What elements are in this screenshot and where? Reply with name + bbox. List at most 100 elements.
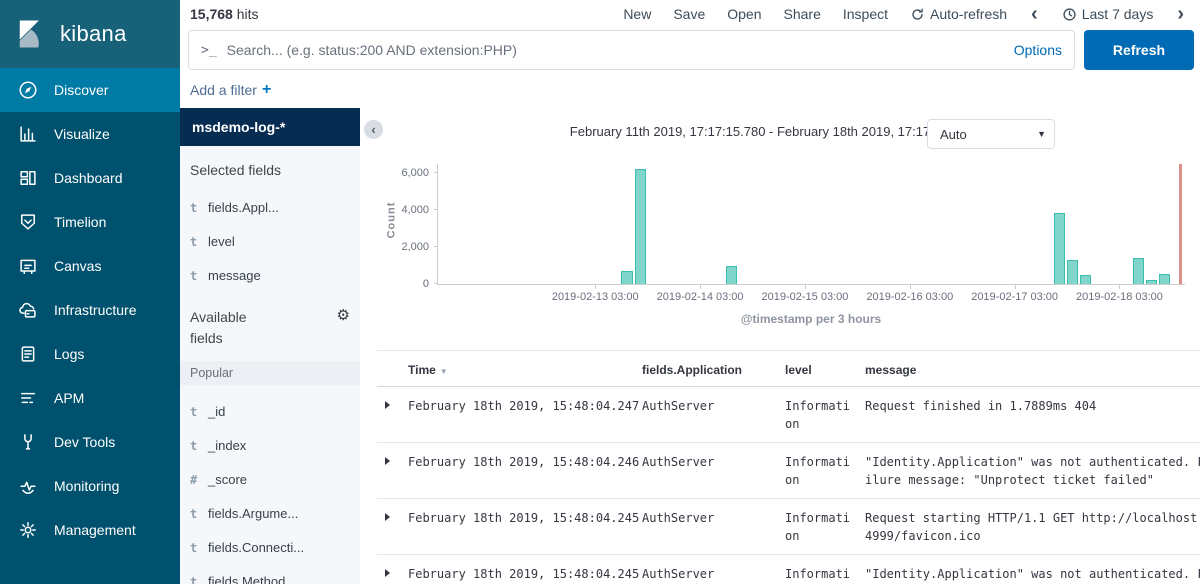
top-bar: 15,768 hits New Save Open Share Inspect Auto…: [180, 0, 1200, 28]
x-tick-mark: [910, 284, 911, 289]
refresh-button[interactable]: Refresh: [1084, 30, 1194, 70]
histogram-bar[interactable]: [1067, 260, 1078, 284]
expand-row-button[interactable]: [385, 513, 390, 521]
cell-application: AuthServer: [642, 397, 785, 415]
cell-application: AuthServer: [642, 453, 785, 471]
cell-time: February 18th 2019, 15:48:04.246: [408, 453, 642, 471]
field-item-level[interactable]: t level: [190, 234, 350, 249]
expand-row-button[interactable]: [385, 457, 390, 465]
field-item-fields-method[interactable]: t fields.Method: [190, 574, 350, 584]
field-item-index[interactable]: t _index: [190, 438, 350, 453]
field-item-id[interactable]: t _id: [190, 404, 350, 419]
sidebar-item-dashboard[interactable]: Dashboard: [0, 156, 180, 200]
sidebar-item-dev-tools[interactable]: Dev Tools: [0, 420, 180, 464]
sidebar-item-label: Management: [54, 522, 136, 538]
sidebar-item-logs[interactable]: Logs: [0, 332, 180, 376]
field-name: level: [208, 234, 235, 249]
sidebar-item-timelion[interactable]: Timelion: [0, 200, 180, 244]
canvas-icon: [17, 255, 39, 277]
menu-item-new[interactable]: New: [623, 6, 651, 22]
sidebar-item-apm[interactable]: APM: [0, 376, 180, 420]
interval-select-wrap: Auto ▼: [927, 119, 1055, 149]
search-input[interactable]: [227, 42, 1004, 58]
selected-fields-list: t fields.Appl... t level t message: [190, 200, 350, 283]
sidebar-item-label: Logs: [54, 346, 84, 362]
x-tick-label: 2019-02-17 03:00: [971, 291, 1058, 303]
menu-item-inspect[interactable]: Inspect: [843, 6, 888, 22]
histogram-bar[interactable]: [1054, 213, 1065, 284]
x-tick-label: 2019-02-16 03:00: [866, 291, 953, 303]
histogram-bar[interactable]: [635, 169, 646, 284]
kibana-app: kibana Discover Visualize Dashboard Time…: [0, 0, 1200, 584]
index-pattern-header[interactable]: msdemo-log-*: [180, 108, 360, 146]
field-name: fields.Connecti...: [208, 540, 304, 555]
histogram-bar[interactable]: [621, 271, 632, 284]
kibana-logo[interactable]: kibana: [0, 0, 180, 68]
histogram-bar[interactable]: [1133, 258, 1144, 284]
cell-message: Request finished in 1.7889ms 404: [865, 397, 1200, 415]
expand-row-button[interactable]: [385, 401, 390, 409]
histogram-bar[interactable]: [1159, 274, 1170, 284]
hits-count: 15,768 hits: [190, 6, 259, 22]
sidebar-item-visualize[interactable]: Visualize: [0, 112, 180, 156]
interval-select[interactable]: Auto: [927, 119, 1055, 149]
top-menu: New Save Open Share Inspect Auto-refresh ‹ La…: [623, 4, 1186, 24]
y-axis-title: Count: [385, 202, 397, 239]
add-filter-button[interactable]: Add a filter: [190, 82, 257, 98]
field-item-message[interactable]: t message: [190, 268, 350, 283]
auto-refresh-button[interactable]: Auto-refresh: [910, 6, 1007, 22]
menu-item-open[interactable]: Open: [727, 6, 761, 22]
text-field-icon: t: [190, 439, 208, 453]
options-link[interactable]: Options: [1014, 42, 1062, 58]
sidebar-item-monitoring[interactable]: Monitoring: [0, 464, 180, 508]
text-field-icon: t: [190, 269, 208, 283]
field-item-fields-argume[interactable]: t fields.Argume...: [190, 506, 350, 521]
expand-row-button[interactable]: [385, 569, 390, 577]
menu-item-share[interactable]: Share: [784, 6, 821, 22]
row-expand-cell: [377, 565, 408, 580]
sidebar-item-discover[interactable]: Discover: [0, 68, 180, 112]
histogram-bar[interactable]: [1146, 280, 1157, 284]
kibana-logo-text: kibana: [60, 21, 127, 47]
time-range-button[interactable]: Last 7 days: [1062, 6, 1154, 22]
menu-item-save[interactable]: Save: [673, 6, 705, 22]
y-tick-mark: [434, 172, 438, 173]
available-fields-row: Available fields ⚙: [190, 307, 350, 349]
discover-main: ‹ February 11th 2019, 17:17:15.780 - Feb…: [360, 108, 1200, 584]
text-field-icon: t: [190, 541, 208, 555]
x-tick-mark: [700, 284, 701, 289]
table-row: February 18th 2019, 15:48:04.247 AuthSer…: [377, 387, 1200, 443]
timelion-icon: [17, 211, 39, 233]
current-time-marker: [1179, 164, 1182, 284]
add-filter-plus-icon[interactable]: +: [262, 81, 271, 99]
y-tick-mark: [434, 246, 438, 247]
cell-time: February 18th 2019, 15:48:04.247: [408, 397, 642, 415]
x-tick-mark: [1015, 284, 1016, 289]
x-tick-mark: [805, 284, 806, 289]
sidebar-item-management[interactable]: Management: [0, 508, 180, 552]
histogram-bar[interactable]: [1080, 275, 1091, 284]
row-expand-cell: [377, 509, 408, 524]
histogram-bar[interactable]: [726, 266, 737, 284]
column-header-time[interactable]: Time▼: [408, 363, 642, 377]
time-step-forward-button[interactable]: ›: [1175, 4, 1186, 24]
field-item-score[interactable]: # _score: [190, 472, 350, 487]
sidebar-item-canvas[interactable]: Canvas: [0, 244, 180, 288]
field-item-fields-connecti[interactable]: t fields.Connecti...: [190, 540, 350, 555]
field-name: fields.Method: [208, 574, 285, 584]
row-expand-cell: [377, 453, 408, 468]
sidebar-item-label: APM: [54, 390, 84, 406]
column-header-fields-application[interactable]: fields.Application: [642, 363, 785, 377]
field-item-fields-appl[interactable]: t fields.Appl...: [190, 200, 350, 215]
sidebar-item-infrastructure[interactable]: Infrastructure: [0, 288, 180, 332]
column-header-level[interactable]: level: [785, 363, 865, 377]
x-axis-title: @timestamp per 3 hours: [437, 312, 1185, 326]
fields-settings-gear-icon[interactable]: ⚙: [337, 307, 350, 349]
y-tick-mark: [434, 209, 438, 210]
column-header-message[interactable]: message: [865, 363, 1200, 377]
cell-application: AuthServer: [642, 509, 785, 527]
cell-level: Information: [785, 565, 865, 584]
sidebar-item-label: Visualize: [54, 126, 110, 142]
clock-icon: [1062, 7, 1077, 22]
time-step-back-button[interactable]: ‹: [1029, 4, 1040, 24]
